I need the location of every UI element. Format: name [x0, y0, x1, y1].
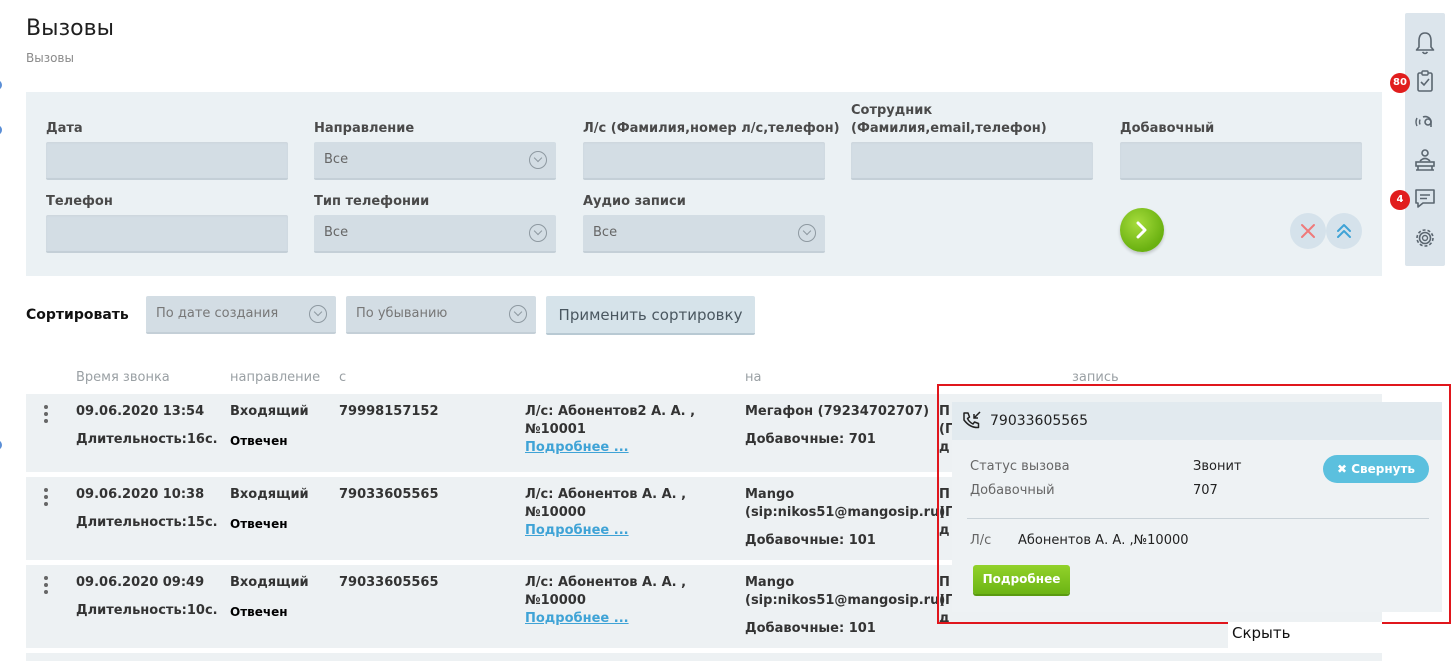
- chevron-down-icon: [309, 305, 327, 323]
- direction-label: Направление: [314, 121, 415, 136]
- call-status: Отвечен: [230, 605, 288, 619]
- column-header-record: запись: [1072, 370, 1119, 385]
- collapse-filter-button[interactable]: [1326, 213, 1362, 249]
- edge-marker: [0, 440, 2, 450]
- row-menu-icon[interactable]: [44, 576, 48, 594]
- call-direction: Входящий: [230, 404, 309, 419]
- column-header-direction: направление: [230, 370, 321, 385]
- table-row[interactable]: [26, 653, 1382, 661]
- call-time: 09.06.2020 10:38: [76, 487, 205, 502]
- call-account-number: №10000: [525, 505, 586, 520]
- call-to: Mango: [745, 575, 795, 590]
- call-direction: Входящий: [230, 487, 309, 502]
- account-field[interactable]: [583, 142, 825, 180]
- column-header-from: с: [339, 370, 347, 385]
- call-account-number: №10000: [525, 593, 586, 608]
- call-to: Мегафон (79234702707): [745, 404, 930, 419]
- call-extension: Добавочные: 101: [745, 621, 876, 636]
- call-to-sip: (sip:nikos51@mangosip.ru): [745, 505, 946, 520]
- highlight-frame: [937, 384, 1451, 624]
- telephony-select[interactable]: Все: [314, 215, 556, 253]
- edge-marker: [0, 80, 2, 90]
- column-header-time: Время звонка: [76, 370, 170, 385]
- chevron-down-icon: [529, 224, 547, 242]
- call-account: Л/с: Абонентов А. А. ,: [525, 575, 687, 590]
- call-status: Отвечен: [230, 434, 288, 448]
- employee-label-line1: Сотрудник: [851, 103, 933, 118]
- call-duration: Длительность:16с.: [76, 432, 218, 447]
- date-field[interactable]: [46, 142, 288, 180]
- sort-field-select[interactable]: По дате создания: [146, 296, 336, 334]
- call-time: 09.06.2020 13:54: [76, 404, 205, 419]
- call-duration: Длительность:15с.: [76, 515, 218, 530]
- settings-icon[interactable]: [1410, 223, 1440, 253]
- phone-field[interactable]: [46, 215, 288, 253]
- audio-label: Аудио записи: [583, 194, 686, 209]
- clear-filter-button[interactable]: [1290, 213, 1326, 249]
- call-direction: Входящий: [230, 575, 309, 590]
- call-to-sip: (sip:nikos51@mangosip.ru): [745, 593, 946, 608]
- call-account-number: №10001: [525, 422, 586, 437]
- extension-label: Добавочный: [1120, 121, 1215, 136]
- direction-select-value: Все: [324, 152, 349, 167]
- details-link[interactable]: Подробнее ...: [525, 523, 629, 538]
- call-from: 79998157152: [339, 404, 439, 419]
- call-extension: Добавочные: 101: [745, 533, 876, 548]
- sort-label: Сортировать: [26, 307, 129, 323]
- edge-marker: [0, 125, 2, 135]
- hide-link[interactable]: Скрыть: [1232, 624, 1290, 642]
- employee-label-line2: (Фамилия,email,телефон): [851, 121, 1047, 136]
- broadcast-icon[interactable]: [1410, 107, 1440, 137]
- chevron-down-icon: [509, 305, 527, 323]
- chevron-down-icon: [798, 224, 816, 242]
- audio-select-value: Все: [593, 225, 618, 240]
- employee-label: Сотрудник (Фамилия,email,телефон): [851, 102, 1047, 138]
- audio-select[interactable]: Все: [583, 215, 825, 253]
- date-label: Дата: [46, 121, 83, 136]
- double-chevron-up-icon: [1337, 224, 1351, 238]
- call-from: 79033605565: [339, 487, 439, 502]
- row-menu-icon[interactable]: [44, 405, 48, 423]
- direction-select[interactable]: Все: [314, 142, 556, 180]
- telephony-select-value: Все: [324, 225, 349, 240]
- call-account: Л/с: Абонентов2 А. А. ,: [525, 404, 696, 419]
- apply-filter-button[interactable]: [1120, 208, 1164, 252]
- call-status: Отвечен: [230, 517, 288, 531]
- messages-badge: 4: [1390, 190, 1410, 210]
- sort-order-select[interactable]: По убыванию: [346, 296, 536, 334]
- tasks-icon[interactable]: [1410, 67, 1440, 97]
- bell-icon[interactable]: [1410, 28, 1440, 58]
- column-header-to: на: [745, 370, 762, 385]
- employee-field[interactable]: [851, 142, 1093, 180]
- call-extension: Добавочные: 701: [745, 432, 876, 447]
- close-icon: [1301, 224, 1315, 238]
- call-time: 09.06.2020 09:49: [76, 575, 205, 590]
- account-label: Л/с (Фамилия,номер л/с,телефон): [583, 121, 840, 136]
- apply-sort-button[interactable]: Применить сортировку: [546, 296, 755, 335]
- chevron-right-icon: [1136, 221, 1147, 239]
- sort-field-value: По дате создания: [156, 306, 279, 321]
- call-from: 79033605565: [339, 575, 439, 590]
- chat-icon[interactable]: [1410, 184, 1440, 214]
- reception-icon[interactable]: [1410, 145, 1440, 175]
- telephony-label: Тип телефонии: [314, 194, 430, 209]
- breadcrumb[interactable]: Вызовы: [26, 51, 74, 65]
- tasks-badge: 80: [1390, 73, 1410, 93]
- call-account: Л/с: Абонентов А. А. ,: [525, 487, 687, 502]
- sort-order-value: По убыванию: [356, 306, 448, 321]
- row-menu-icon[interactable]: [44, 488, 48, 506]
- details-link[interactable]: Подробнее ...: [525, 611, 629, 626]
- call-duration: Длительность:10с.: [76, 603, 218, 618]
- page-title: Вызовы: [26, 16, 114, 41]
- phone-label: Телефон: [46, 194, 113, 209]
- extension-field[interactable]: [1120, 142, 1362, 180]
- details-link[interactable]: Подробнее ...: [525, 440, 629, 455]
- chevron-down-icon: [529, 151, 547, 169]
- call-to: Mango: [745, 487, 795, 502]
